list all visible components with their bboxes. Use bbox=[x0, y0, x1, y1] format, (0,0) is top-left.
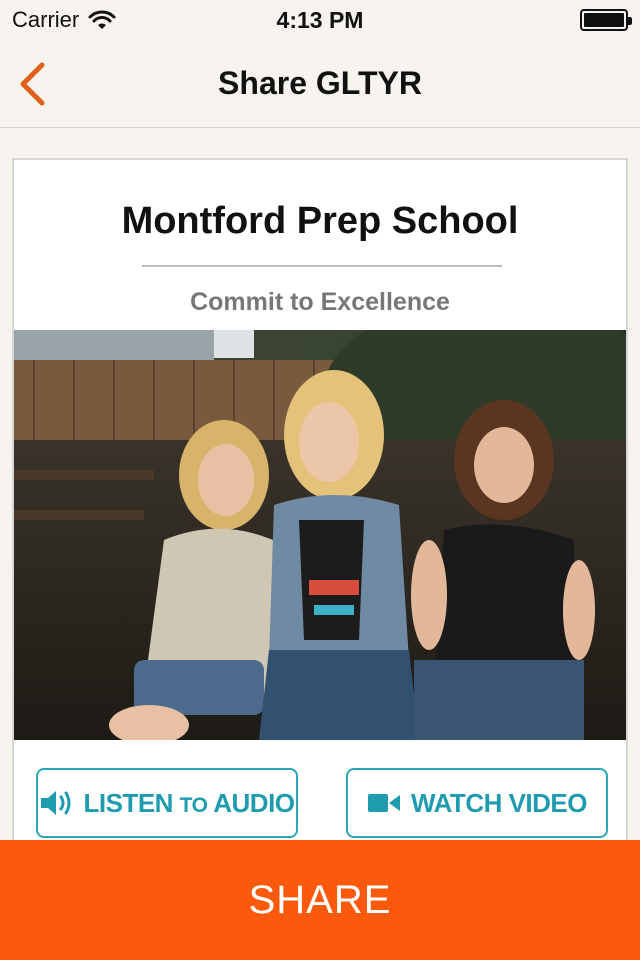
school-name: Montford Prep School bbox=[121, 200, 519, 242]
video-label: WATCH VIDEO bbox=[410, 787, 588, 818]
status-bar: Carrier 4:13 PM bbox=[0, 0, 640, 40]
battery-icon bbox=[580, 9, 632, 31]
tagline: Commit to Excellence bbox=[190, 288, 450, 316]
audio-label-small: TO bbox=[179, 793, 208, 817]
share-label: SHARE bbox=[248, 877, 392, 922]
audio-label: LISTEN TO AUDIO bbox=[83, 787, 295, 819]
page-title: Share GLTYR bbox=[218, 65, 422, 101]
wifi-icon bbox=[88, 10, 116, 29]
school-card: Montford Prep School Commit to Excellenc… bbox=[12, 158, 628, 858]
share-button[interactable]: SHARE bbox=[0, 840, 640, 960]
audio-label-end: AUDIO bbox=[213, 787, 295, 818]
carrier-label: Carrier bbox=[12, 7, 80, 32]
back-button[interactable] bbox=[10, 58, 54, 110]
speaker-icon bbox=[41, 791, 71, 815]
listen-to-audio-button[interactable]: LISTEN TO AUDIO bbox=[36, 768, 298, 838]
audio-label-main: LISTEN bbox=[83, 787, 173, 818]
divider bbox=[142, 265, 502, 267]
nav-bar: Share GLTYR bbox=[0, 40, 640, 128]
group-photo bbox=[14, 330, 626, 740]
video-camera-icon bbox=[367, 794, 400, 812]
status-left: Carrier bbox=[12, 7, 117, 33]
watch-video-button[interactable]: WATCH VIDEO bbox=[346, 768, 608, 838]
chevron-left-icon bbox=[20, 62, 45, 106]
